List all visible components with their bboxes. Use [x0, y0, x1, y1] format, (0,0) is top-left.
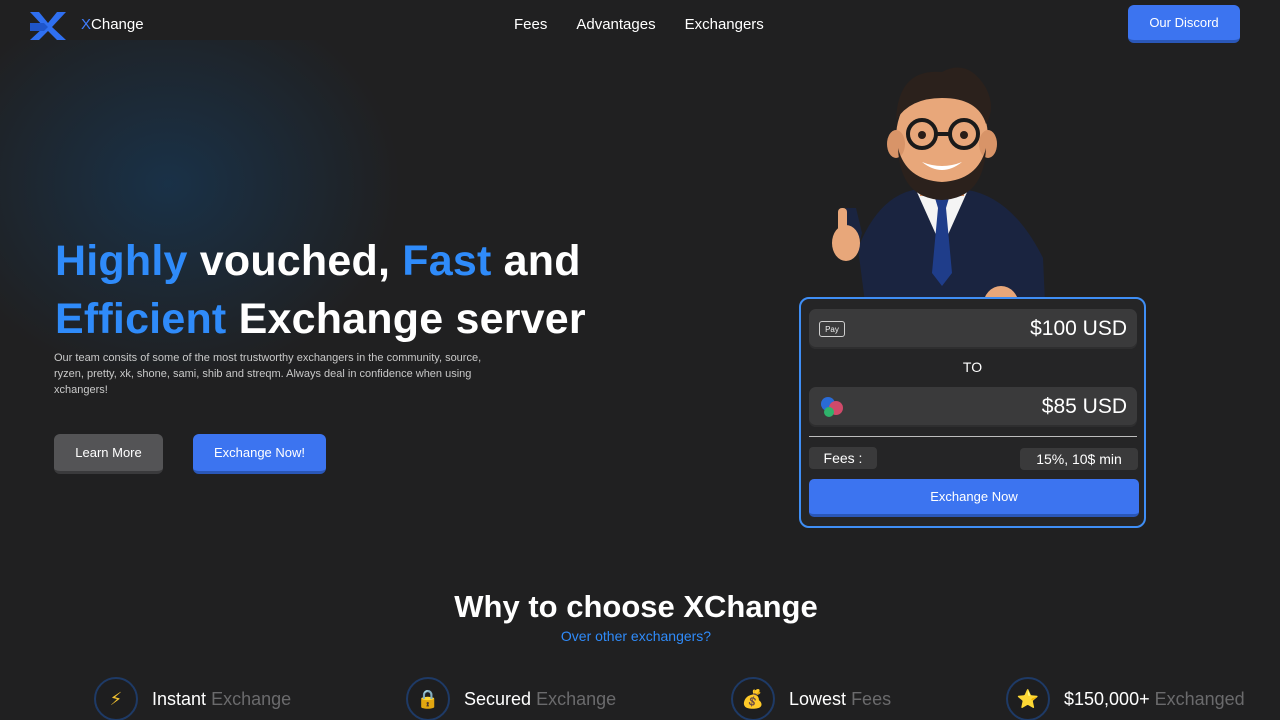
hero-title: Highly vouched, Fast and Efficient Excha…: [55, 232, 655, 348]
lock-icon: 🔒: [406, 677, 450, 720]
to-amount: $85 USD: [1041, 395, 1127, 418]
exchange-now-button[interactable]: Exchange Now!: [193, 434, 326, 474]
why-subtitle: Over other exchangers?: [560, 628, 712, 644]
fees-value: 15%, 10$ min: [1020, 448, 1138, 470]
feature-main: Lowest: [789, 688, 847, 709]
feature-main: Instant: [152, 688, 207, 709]
money-bag-icon: 💰: [731, 677, 775, 720]
feature-secured: 🔒 Secured Exchange: [406, 677, 616, 720]
widget-exchange-button[interactable]: Exchange Now: [809, 479, 1139, 517]
hero-title-and: and: [491, 237, 581, 285]
nav-advantages[interactable]: Advantages: [576, 16, 655, 33]
from-amount: $100 USD: [1030, 317, 1127, 340]
discord-button[interactable]: Our Discord: [1128, 5, 1240, 43]
xchange-logo-icon: [30, 12, 66, 40]
hero-description: Our team consits of some of the most tru…: [54, 352, 482, 396]
lightning-icon: ⚡: [94, 677, 138, 720]
star-icon: ⭐: [1006, 677, 1050, 720]
brand-letter: X: [81, 16, 92, 33]
feature-exchanged: ⭐ $150,000+ Exchanged: [1006, 677, 1245, 720]
hero-title-efficient: Efficient: [55, 295, 227, 343]
nav-exchangers[interactable]: Exchangers: [685, 16, 764, 33]
exchange-widget: Pay $100 USD TO $85 USD Fees : 15%, 10$ …: [799, 297, 1146, 528]
fees-label: Fees :: [809, 447, 877, 469]
feature-main: Secured: [464, 688, 532, 709]
to-label: TO: [962, 359, 983, 375]
hero-title-highly: Highly: [55, 237, 188, 285]
hero-title-exchange-server: Exchange server: [226, 295, 586, 343]
to-amount-row[interactable]: $85 USD: [809, 387, 1137, 427]
learn-more-button[interactable]: Learn More: [54, 434, 163, 474]
hero-title-fast: Fast: [402, 237, 492, 285]
feature-lowest: 💰 Lowest Fees: [731, 677, 891, 720]
feature-main: $150,000+: [1064, 688, 1150, 709]
feature-muted: Exchange: [211, 688, 292, 709]
feature-muted: Exchanged: [1154, 688, 1245, 709]
businessman-illustration: [832, 67, 1046, 326]
crypto-coins-icon: [821, 397, 843, 417]
main-nav: Fees Advantages Exchangers: [514, 16, 764, 33]
widget-divider: [809, 436, 1137, 437]
apple-pay-icon: Pay: [819, 321, 845, 337]
from-amount-row[interactable]: Pay $100 USD: [809, 309, 1137, 349]
brand-name: XChange: [81, 16, 144, 33]
why-title: Why to choose XChange: [454, 589, 818, 624]
feature-muted: Exchange: [536, 688, 617, 709]
brand-rest: Change: [91, 16, 144, 33]
nav-fees[interactable]: Fees: [514, 16, 547, 33]
feature-muted: Fees: [851, 688, 892, 709]
logo[interactable]: XChange: [30, 9, 144, 40]
feature-instant: ⚡ Instant Exchange: [94, 677, 291, 720]
hero-title-vouched: vouched,: [187, 237, 403, 285]
